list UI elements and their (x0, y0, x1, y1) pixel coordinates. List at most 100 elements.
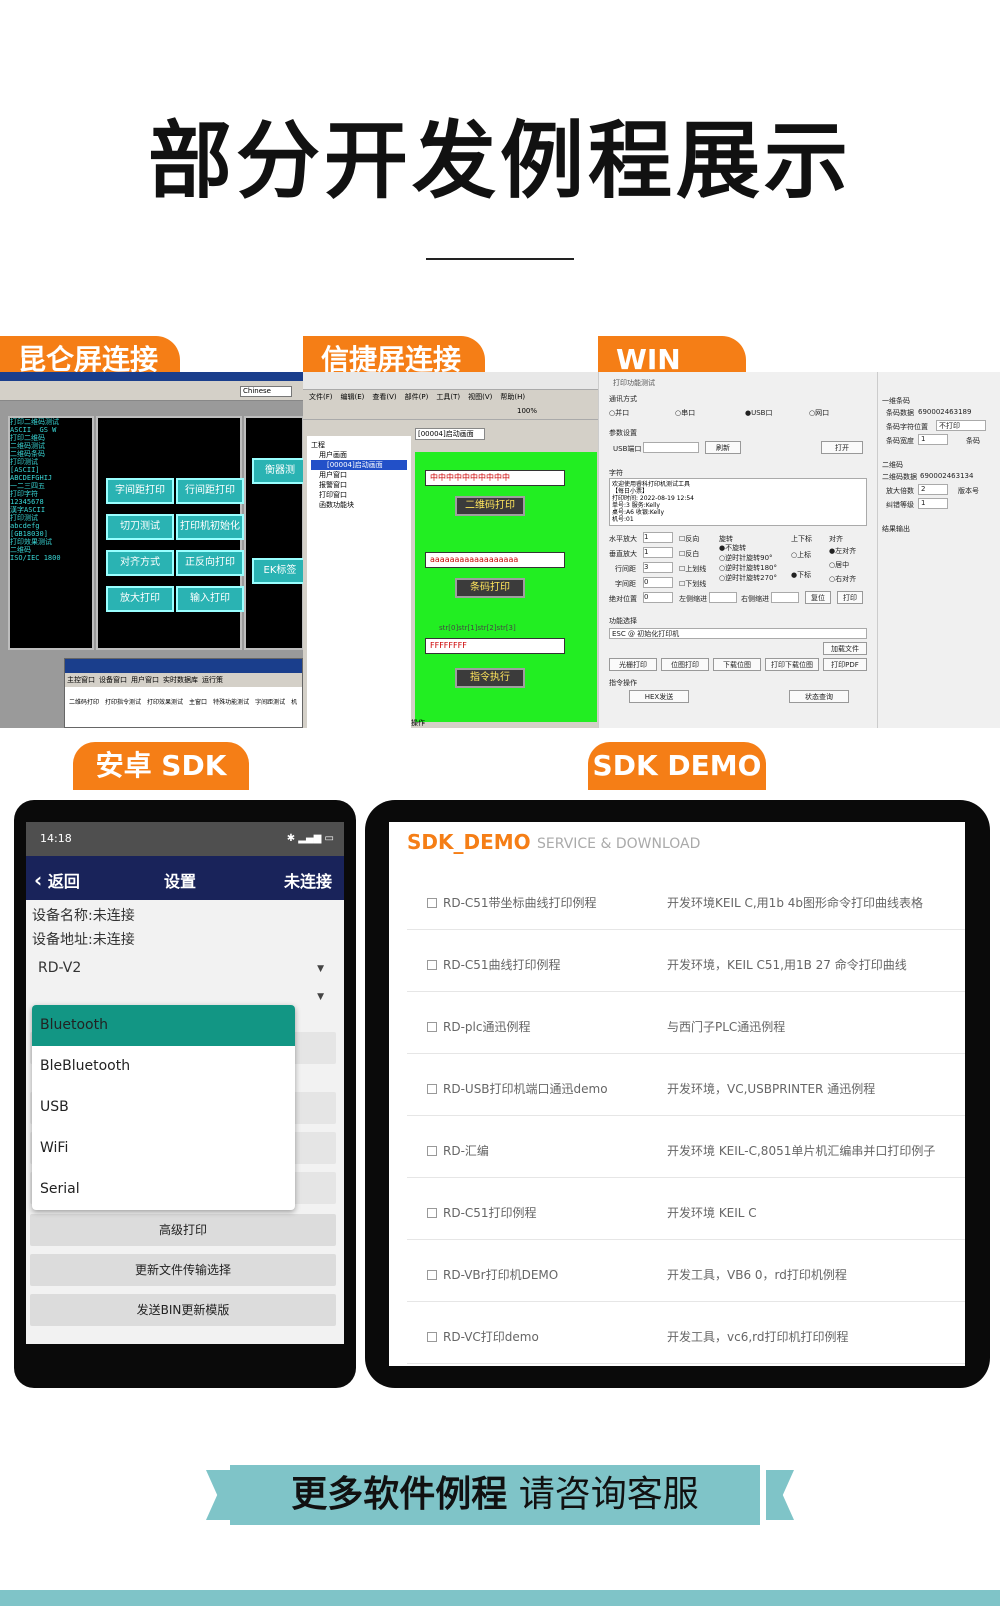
radio-serial[interactable]: ○串口 (675, 408, 695, 418)
language-combo[interactable]: Chinese (240, 386, 292, 397)
bar-width-select[interactable]: 1 (918, 434, 948, 445)
demo-row[interactable]: RD-汇编 开发环境 KEIL-C,8051单片机汇编串并口打印例子 (407, 1116, 965, 1178)
btn-barcode-print[interactable]: 条码打印 (455, 578, 525, 598)
bitmap-print-button[interactable]: 位图打印 (661, 658, 709, 671)
menu-bluetooth[interactable]: Bluetooth (32, 1005, 295, 1046)
btn-cutter-test[interactable]: 切刀测试 (106, 514, 174, 540)
ec-select[interactable]: 1 (918, 498, 948, 509)
checkbox[interactable] (427, 1084, 437, 1094)
check-underline[interactable]: ☐下划线 (679, 579, 706, 589)
demo-row[interactable]: RD-VBr打印机DEMO 开发工具，VB6 0，rd打印机例程 (407, 1240, 965, 1302)
linespace-select[interactable]: 3 (643, 562, 673, 573)
menu-help[interactable]: 帮助(H) (500, 390, 525, 404)
menu-view[interactable]: 查看(V) (372, 390, 396, 404)
tree-user-window[interactable]: 用户窗口 (311, 470, 407, 480)
radio-subscript[interactable]: ●下标 (791, 570, 811, 580)
demo-name[interactable]: RD-plc通迅例程 (443, 1018, 530, 1035)
tab-main-window[interactable]: 主控窗口 (67, 675, 95, 685)
hscale-select[interactable]: 1 (643, 532, 673, 543)
tree-function-block[interactable]: 函数功能块 (311, 500, 407, 510)
demo-row[interactable]: RD-C51打印例程 开发环境 KEIL C (407, 1178, 965, 1240)
indent-right-select[interactable] (771, 592, 799, 603)
status-query-button[interactable]: 状态查询 (789, 690, 849, 703)
download-bitmap-button[interactable]: 下载位图 (713, 658, 761, 671)
zoom-select[interactable]: 2 (918, 484, 948, 495)
demo-row[interactable]: RD-plc通迅例程 与西门子PLC通迅例程 (407, 992, 965, 1054)
radio-center[interactable]: ○居中 (829, 560, 849, 570)
charspace-select[interactable]: 0 (643, 577, 673, 588)
advanced-print-button[interactable]: 高级打印 (30, 1214, 336, 1246)
demo-name[interactable]: RD-C51曲线打印例程 (443, 956, 561, 973)
demo-row[interactable]: RD-VC打印demo 开发工具，vc6,rd打印机打印例程 (407, 1302, 965, 1364)
print-pdf-button[interactable]: 打印PDF (823, 658, 867, 671)
radio-rot0[interactable]: ●不旋转 (719, 543, 746, 553)
radio-net[interactable]: ○网口 (809, 408, 829, 418)
tab-realtime-db[interactable]: 实时数据库 (163, 675, 198, 685)
demo-name[interactable]: RD-VBr打印机DEMO (443, 1266, 558, 1283)
item-machine[interactable]: 机 (291, 697, 297, 706)
demo-name[interactable]: RD-C51带坐标曲线打印例程 (443, 894, 597, 911)
field-ascii[interactable]: aaaaaaaaaaaaaaaaaa (425, 552, 565, 568)
checkbox[interactable] (427, 1332, 437, 1342)
indent-left-select[interactable] (709, 592, 737, 603)
tab-run-strategy[interactable]: 运行策 (202, 675, 223, 685)
tree-user-screens[interactable]: 用户画面 (311, 450, 407, 460)
item-special-test[interactable]: 特殊功能测试 (213, 697, 249, 706)
tree-print-window[interactable]: 打印窗口 (311, 490, 407, 500)
demo-name[interactable]: RD-USB打印机端口通迅demo (443, 1080, 608, 1097)
hex-send-button[interactable]: HEX发送 (629, 690, 689, 703)
qr-data[interactable]: 690002463134 (920, 472, 973, 480)
menu-usb[interactable]: USB (32, 1087, 295, 1128)
usb-port-select[interactable] (643, 442, 699, 453)
btn-printer-init[interactable]: 打印机初始化 (176, 514, 244, 540)
menu-view2[interactable]: 视图(V) (468, 390, 492, 404)
check-invert[interactable]: ☐反白 (679, 549, 699, 559)
reset-button[interactable]: 复位 (805, 591, 831, 604)
checkbox[interactable] (427, 898, 437, 908)
tree-start-screen[interactable]: [00004]启动画面 (311, 460, 407, 470)
btn-ek-label[interactable]: EK标签 (252, 558, 303, 584)
open-button[interactable]: 打开 (821, 441, 863, 454)
btn-char-spacing[interactable]: 字间距打印 (106, 478, 174, 504)
zoom-level[interactable]: 100% (517, 407, 537, 415)
back-button[interactable]: ‹ 返回 (34, 868, 80, 892)
checkbox[interactable] (427, 1022, 437, 1032)
char-textarea[interactable]: 欢迎使用睿科打印机测试工具 【每日小票】 打印时间: 2022-08-19 12… (609, 478, 867, 526)
radio-rot90[interactable]: ○逆时针旋转90° (719, 553, 773, 563)
menu-blebluetooth[interactable]: BleBluetooth (32, 1046, 295, 1087)
radio-rot270[interactable]: ○逆时针旋转270° (719, 573, 777, 583)
btn-enlarge-print[interactable]: 放大打印 (106, 586, 174, 612)
btn-scale-test[interactable]: 衡器测 (252, 458, 303, 484)
update-transport-button[interactable]: 更新文件传输选择 (30, 1254, 336, 1286)
barcode1-data[interactable]: 690002463189 (918, 408, 971, 416)
abspos-select[interactable]: 0 (643, 592, 673, 603)
demo-row[interactable]: RD-C51带坐标曲线打印例程 开发环境KEIL C,用1b 4b图形命令打印曲线… (407, 868, 965, 930)
checkbox[interactable] (427, 1208, 437, 1218)
item-main-window[interactable]: 主窗口 (189, 697, 207, 706)
demo-row[interactable]: RD-C51曲线打印例程 开发环境，KEIL C51,用1B 27 命令打印曲线 (407, 930, 965, 992)
tree-alarm-window[interactable]: 报警窗口 (311, 480, 407, 490)
char-pos-select[interactable]: 不打印 (936, 420, 986, 431)
radio-superscript[interactable]: ○上标 (791, 550, 811, 560)
btn-align[interactable]: 对齐方式 (106, 550, 174, 576)
send-bin-button[interactable]: 发送BIN更新模版 (30, 1294, 336, 1326)
item-spacing-test[interactable]: 字间距测试 (255, 697, 285, 706)
print-downloaded-button[interactable]: 打印下载位图 (765, 658, 819, 671)
check-reverse[interactable]: ☐反向 (679, 534, 699, 544)
item-effect-test[interactable]: 打印效果测试 (147, 697, 183, 706)
vscale-select[interactable]: 1 (643, 547, 673, 558)
radio-usb[interactable]: ●USB口 (745, 408, 772, 418)
demo-name[interactable]: RD-VC打印demo (443, 1328, 539, 1345)
demo-row[interactable]: RD-USB打印机端口通迅demo 开发环境，VC,USBPRINTER 通迅例程 (407, 1054, 965, 1116)
radio-parallel[interactable]: ○并口 (609, 408, 629, 418)
tab-device-window[interactable]: 设备窗口 (99, 675, 127, 685)
menu-wifi[interactable]: WiFi (32, 1128, 295, 1169)
func-select[interactable]: ESC @ 初始化打印机 (609, 628, 867, 639)
field-hex[interactable]: FFFFFFFF (425, 638, 565, 654)
print-button[interactable]: 打印 (837, 591, 863, 604)
demo-name[interactable]: RD-汇编 (443, 1142, 489, 1159)
radio-rot180[interactable]: ○逆时针旋转180° (719, 563, 777, 573)
tree-project[interactable]: 工程 (311, 440, 407, 450)
field-chinese[interactable]: 中中中中中中中中中中 (425, 470, 565, 486)
tab-start-screen[interactable]: [00004]启动画面 (415, 428, 485, 440)
